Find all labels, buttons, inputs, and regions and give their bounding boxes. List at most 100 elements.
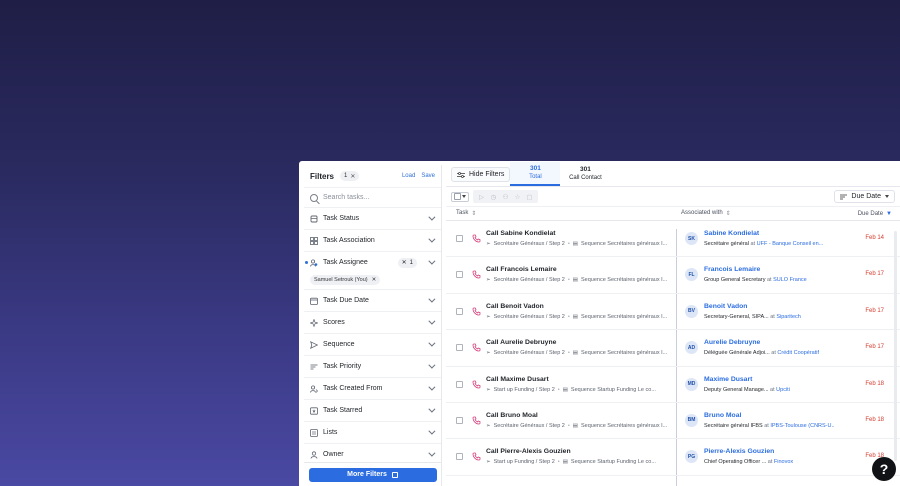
at-word: at: [750, 241, 756, 247]
table-row[interactable]: Call Benoit Vadon ➢ Secrétaire Généraux / …: [446, 294, 900, 331]
table-row[interactable]: Call Aurelie Debruyne ➢ Secrétaire Générau…: [446, 330, 900, 367]
more-filters-button[interactable]: More Filters: [308, 467, 437, 482]
filter-label: Scores: [323, 319, 345, 326]
sequence-name[interactable]: Sequence Secrétaires généraux I...: [581, 277, 667, 283]
tab-call-contact[interactable]: 301 Call Contact: [560, 162, 610, 186]
assignee-chip[interactable]: Samuel Setrouk (You) ✕: [310, 275, 381, 285]
filter-task-due-date[interactable]: Task Due Date: [304, 289, 441, 311]
save-filters-link[interactable]: Save: [421, 173, 435, 179]
row-checkbox[interactable]: [456, 453, 463, 461]
filter-task-assignee[interactable]: Task Assignee ✕ 1: [304, 251, 441, 273]
filter-label: Task Starred: [323, 407, 363, 414]
row-checkbox[interactable]: [456, 271, 463, 279]
sequence-name[interactable]: Sequence Secrétaires généraux I...: [581, 241, 667, 247]
reassign-icon[interactable]: ⚇: [500, 193, 511, 201]
sequence-name[interactable]: Sequence Startup Funding Le co...: [571, 459, 656, 465]
sequence-step[interactable]: Start up Funding / Step 2: [494, 387, 555, 393]
sequence-step[interactable]: Secrétaire Généraux / Step 2: [494, 277, 565, 283]
sequence-name[interactable]: Sequence Secrétaires généraux I...: [581, 423, 667, 429]
table-row[interactable]: Call Francois Lemaire ➢ Secrétaire Générau…: [446, 257, 900, 294]
contact-name[interactable]: Francois Lemaire: [704, 266, 760, 273]
company-link[interactable]: Finovox: [774, 459, 793, 465]
task-subtitle: ➢ Secrétaire Généraux / Step 2 • ▤ Sequence …: [486, 277, 671, 283]
load-filters-link[interactable]: Load: [402, 173, 415, 179]
column-due-date[interactable]: Due Date ▼: [858, 211, 892, 217]
search-icon: [310, 193, 318, 202]
clock-icon[interactable]: ◷: [488, 193, 499, 201]
help-button[interactable]: ?: [872, 457, 896, 481]
row-checkbox[interactable]: [456, 416, 463, 424]
task-title[interactable]: Call Bruno Moal: [486, 412, 538, 419]
company-link[interactable]: Crédit Coopératif: [777, 350, 819, 356]
sequence-step[interactable]: Secrétaire Généraux / Step 2: [494, 350, 565, 356]
send-icon: ➢: [486, 459, 491, 466]
column-task[interactable]: Task ⇕: [456, 210, 476, 217]
active-filters-badge[interactable]: 1 ✕: [340, 171, 360, 181]
task-title[interactable]: Call Maxime Dusart: [486, 376, 549, 383]
task-title[interactable]: Call Sabine Kondielat: [486, 230, 556, 237]
tab-total[interactable]: 301 Total: [510, 162, 561, 186]
select-all-checkbox[interactable]: [454, 193, 461, 200]
contact-name[interactable]: Aurelie Debruyne: [704, 339, 760, 346]
row-checkbox[interactable]: [456, 344, 463, 352]
row-checkbox[interactable]: [456, 380, 463, 388]
task-title[interactable]: Call Francois Lemaire: [486, 266, 557, 273]
sequence-step[interactable]: Start up Funding / Step 2: [494, 459, 555, 465]
select-all-dropdown[interactable]: [451, 191, 469, 202]
sort-icon: ⇕: [725, 211, 731, 217]
sequence-name[interactable]: Sequence Secrétaires généraux I...: [581, 350, 667, 356]
filter-lists[interactable]: Lists: [304, 421, 441, 443]
contact-name[interactable]: Maxime Dusart: [704, 376, 752, 383]
sequence-step[interactable]: Secrétaire Généraux / Step 2: [494, 241, 565, 247]
filter-task-priority[interactable]: Task Priority: [304, 355, 441, 377]
contact-role: Chief Operating Officer ... at Finovox: [704, 459, 834, 465]
filter-scores[interactable]: Scores: [304, 311, 441, 333]
sequence-name[interactable]: Sequence Secrétaires généraux I...: [581, 314, 667, 320]
filter-task-status[interactable]: Task Status: [304, 207, 441, 229]
search-tasks-input[interactable]: Search tasks...: [304, 187, 441, 207]
contact-name[interactable]: Benoit Vadon: [704, 303, 747, 310]
tab-label: Call Contact: [569, 175, 602, 181]
contact-name[interactable]: Bruno Moal: [704, 412, 741, 419]
star-outline-icon[interactable]: ☆: [512, 193, 523, 201]
skip-icon[interactable]: ▷: [476, 193, 487, 201]
assignee-filter-badge[interactable]: ✕ 1: [397, 257, 417, 268]
sequence-step[interactable]: Secrétaire Généraux / Step 2: [494, 423, 565, 429]
clear-assignee-icon[interactable]: ✕: [402, 259, 407, 266]
table-row[interactable]: Call Bruno Moal ➢ Secrétaire Généraux / St…: [446, 403, 900, 440]
row-checkbox[interactable]: [456, 235, 463, 242]
task-title[interactable]: Call Pierre-Alexis Gouzien: [486, 448, 571, 455]
filter-task-created-from[interactable]: Task Created From: [304, 377, 441, 399]
sequence-name[interactable]: Sequence Startup Funding Le co...: [571, 387, 656, 393]
table-row[interactable]: Call Sabine Kondielat ➢ Secrétaire Générau…: [446, 221, 900, 258]
sequence-step[interactable]: Secrétaire Généraux / Step 2: [494, 314, 565, 320]
delete-icon[interactable]: ▢: [524, 193, 535, 201]
remove-chip-icon[interactable]: ✕: [372, 277, 377, 283]
avatar: BV: [685, 304, 698, 318]
filter-sequence[interactable]: Sequence: [304, 333, 441, 355]
company-link[interactable]: IPBS-Toulouse (CNRS-U...: [770, 423, 834, 429]
contact-name[interactable]: Pierre-Alexis Gouzien: [704, 448, 774, 455]
document-icon: ▤: [562, 386, 568, 393]
table-row[interactable]: Call Pierre-Alexis Gouzien ➢ Start up Fund…: [446, 439, 900, 476]
search-placeholder: Search tasks...: [323, 194, 370, 201]
contact-name[interactable]: Sabine Kondielat: [704, 230, 759, 237]
due-date: Feb 17: [865, 344, 884, 351]
company-link[interactable]: UFF - Banque Conseil en...: [757, 241, 824, 247]
filter-task-starred[interactable]: Task Starred: [304, 399, 441, 421]
hide-filters-button[interactable]: Hide Filters: [451, 167, 511, 182]
column-associated[interactable]: Associated with ⇕: [681, 210, 731, 217]
company-link[interactable]: Siparitech: [776, 314, 800, 320]
row-checkbox[interactable]: [456, 307, 463, 315]
table-row[interactable]: Call Maxime Dusart ➢ Start up Funding / St…: [446, 367, 900, 403]
company-link[interactable]: SULO France: [773, 277, 807, 283]
scrollbar[interactable]: [894, 231, 897, 461]
task-title[interactable]: Call Aurelie Debruyne: [486, 339, 556, 346]
task-title[interactable]: Call Benoit Vadon: [486, 303, 544, 310]
contact-role: Secrétaire général at UFF - Banque Conse…: [704, 241, 834, 247]
filter-task-association[interactable]: Task Association: [304, 229, 441, 251]
chevron-down-icon: [428, 427, 436, 435]
company-link[interactable]: Upciti: [776, 387, 790, 393]
clear-filters-icon[interactable]: ✕: [350, 173, 355, 180]
sort-due-date-button[interactable]: Due Date: [834, 190, 895, 203]
